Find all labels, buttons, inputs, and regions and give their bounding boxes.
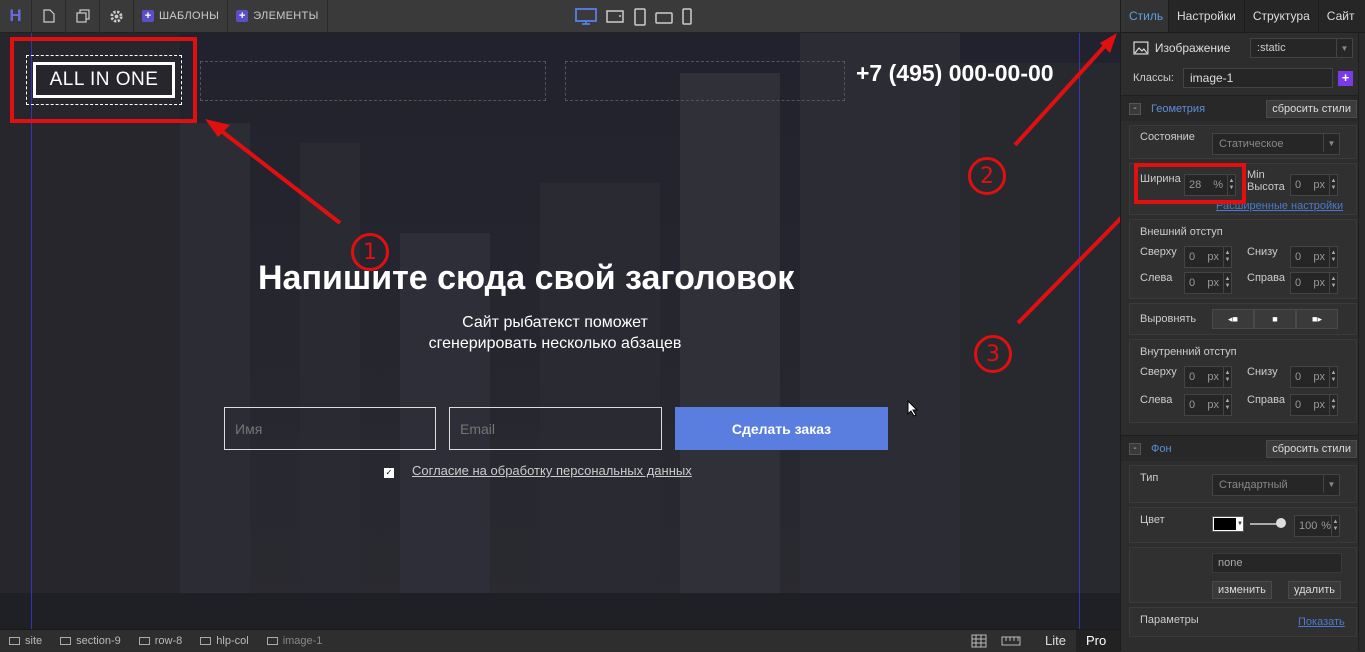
margin-bottom-input[interactable]: 0 px ▲ ▼ (1290, 246, 1338, 268)
align-box: Выровнять ◂■ ■ ■▸ (1129, 303, 1357, 335)
copy-button[interactable] (66, 0, 100, 33)
stepper-icon[interactable]: ▲ ▼ (1329, 175, 1337, 195)
image-icon (1133, 41, 1149, 55)
element-row: Изображение :static ▼ (1121, 33, 1365, 63)
background-reset-button[interactable]: сбросить стили (1266, 439, 1357, 458)
tablet-icon[interactable] (633, 7, 647, 26)
opacity-input[interactable]: 100% ▲ ▼ (1294, 515, 1340, 537)
breadcrumb-item-site[interactable]: site (0, 635, 51, 647)
size-box: Ширина 28% ▲ ▼ Min Высота 0 px ▲ ▼ Расширен… (1129, 163, 1357, 215)
plus-icon: + (236, 10, 249, 22)
settings-button[interactable] (100, 0, 134, 33)
classes-row: Классы: image-1 + (1121, 63, 1365, 93)
breadcrumb: site section-9 row-8 hlp-col image-1 Lit… (0, 629, 1120, 652)
annotation-marker-2: 2 (968, 157, 1006, 195)
align-left-button[interactable]: ◂■ (1212, 309, 1254, 329)
app-logo[interactable]: H (0, 0, 32, 33)
gear-icon (110, 9, 123, 23)
width-highlight (1134, 163, 1246, 204)
chevron-down-icon: ▼ (1323, 134, 1339, 152)
lite-mode-button[interactable]: Lite (1035, 630, 1076, 652)
device-switcher (575, 0, 693, 33)
breadcrumb-item-section[interactable]: section-9 (51, 635, 130, 647)
tab-style[interactable]: Стиль (1121, 0, 1169, 32)
annotation-marker-1: 1 (351, 233, 389, 271)
breadcrumb-item-image[interactable]: image-1 (258, 635, 332, 647)
tab-settings[interactable]: Настройки (1169, 0, 1245, 32)
margin-top-input[interactable]: 0 px ▲ ▼ (1184, 246, 1232, 268)
align-buttons: ◂■ ■ ■▸ (1212, 309, 1338, 329)
padding-right-input[interactable]: 0 px ▲ ▼ (1290, 394, 1338, 416)
geometry-reset-button[interactable]: сбросить стили (1266, 99, 1357, 118)
breadcrumb-item-row[interactable]: row-8 (130, 635, 192, 647)
position-state-select[interactable]: Статическое ▼ (1212, 133, 1340, 155)
color-swatch[interactable]: ▼ (1212, 516, 1244, 532)
bg-image-box: none изменить удалить (1129, 547, 1357, 603)
panel-scrollbar[interactable] (1358, 33, 1365, 651)
bg-type-select[interactable]: Стандартный ▼ (1212, 474, 1340, 496)
margin-right-input[interactable]: 0 px ▲ ▼ (1290, 272, 1338, 294)
classes-label: Классы: (1133, 72, 1174, 84)
state-box: Состояние Статическое ▼ (1129, 125, 1357, 159)
background-section-header[interactable]: - Фон сбросить стили (1121, 435, 1365, 461)
opacity-slider-handle[interactable] (1276, 518, 1286, 528)
chevron-down-icon: ▼ (1323, 475, 1339, 493)
bg-params-box: Параметры Показать (1129, 607, 1357, 637)
desktop-icon[interactable] (575, 8, 597, 25)
geometry-section-header[interactable]: - Геометрия сбросить стили (1121, 95, 1365, 121)
bg-color-box: Цвет ▼ 100% ▲ ▼ (1129, 507, 1357, 543)
show-params-link[interactable]: Показать (1298, 616, 1345, 628)
change-image-button[interactable]: изменить (1212, 581, 1272, 599)
annotation-marker-3: 3 (974, 335, 1012, 373)
ruler-icon[interactable] (1001, 636, 1021, 646)
image-icon (266, 636, 278, 645)
collapse-icon[interactable]: - (1129, 442, 1141, 455)
element-type-label: Изображение (1154, 41, 1231, 55)
laptop-icon[interactable] (605, 9, 625, 24)
pro-mode-button[interactable]: Pro (1076, 629, 1120, 652)
padding-bottom-input[interactable]: 0 px ▲ ▼ (1290, 366, 1338, 388)
templates-button[interactable]: + ШАБЛОНЫ (134, 0, 229, 33)
padding-box: Внутренний отступ Сверху 0 px ▲ ▼ Снизу 0 px… (1129, 339, 1357, 423)
classes-input[interactable]: image-1 (1183, 68, 1333, 88)
column-icon (200, 636, 212, 645)
elements-button[interactable]: + ЭЛЕМЕНТЫ (228, 0, 328, 33)
bg-image-value: none (1212, 553, 1342, 573)
add-class-button[interactable]: + (1338, 70, 1353, 86)
editor-canvas: ALL IN ONE +7 (495) 000-00-00 Напишите с… (0, 33, 1120, 629)
annotation-arrows (205, 33, 1120, 325)
copy-icon (75, 9, 90, 23)
row-icon (138, 636, 150, 645)
tab-structure[interactable]: Структура (1245, 0, 1319, 32)
bg-type-box: Тип Стандартный ▼ (1129, 465, 1357, 503)
section-icon (60, 636, 72, 645)
align-right-button[interactable]: ■▸ (1296, 309, 1338, 329)
file-icon (42, 9, 55, 23)
margin-left-input[interactable]: 0 px ▲ ▼ (1184, 272, 1232, 294)
chevron-down-icon: ▼ (1336, 39, 1352, 57)
plus-icon: + (142, 10, 154, 22)
view-mode-controls: Lite Pro (971, 629, 1120, 652)
properties-panel: Стиль Настройки Структура Сайт Изображен… (1120, 0, 1365, 651)
layout-icon (9, 636, 20, 645)
collapse-icon[interactable]: - (1129, 102, 1141, 115)
element-state-select[interactable]: :static ▼ (1249, 38, 1353, 58)
grid-icon[interactable] (971, 634, 987, 648)
tablet-landscape-icon[interactable] (655, 10, 673, 24)
panel-tabs: Стиль Настройки Структура Сайт (1121, 0, 1365, 33)
min-height-input[interactable]: 0 px ▲ ▼ (1290, 174, 1338, 196)
padding-top-input[interactable]: 0 px ▲ ▼ (1184, 366, 1232, 388)
delete-image-button[interactable]: удалить (1288, 581, 1342, 599)
breadcrumb-item-col[interactable]: hlp-col (191, 635, 257, 647)
phone-icon[interactable] (681, 8, 693, 25)
tab-site[interactable]: Сайт (1319, 0, 1363, 32)
align-center-button[interactable]: ■ (1254, 309, 1296, 329)
new-page-button[interactable] (32, 0, 66, 33)
padding-left-input[interactable]: 0 px ▲ ▼ (1184, 394, 1232, 416)
top-toolbar: H + ШАБЛОНЫ + ЭЛЕМЕНТЫ (0, 0, 1120, 33)
margin-box: Внешний отступ Сверху 0 px ▲ ▼ Снизу 0 px ▲ ▼ … (1129, 219, 1357, 299)
